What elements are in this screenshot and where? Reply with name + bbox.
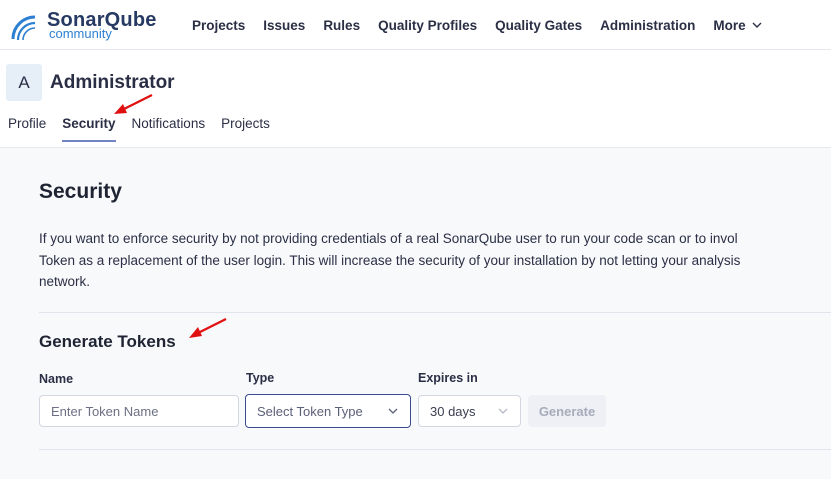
security-title: Security (39, 180, 122, 203)
chevron-down-icon (498, 408, 508, 414)
annotation-arrow-icon (114, 94, 153, 114)
divider (39, 312, 831, 313)
avatar: A (6, 64, 42, 101)
nav-more-label: More (713, 17, 746, 33)
token-type-select[interactable]: Select Token Type (245, 394, 411, 428)
name-label: Name (39, 372, 74, 386)
nav-projects[interactable]: Projects (192, 18, 245, 33)
generate-tokens-title: Generate Tokens (39, 332, 176, 351)
type-label: Type (246, 371, 275, 385)
tab-projects[interactable]: Projects (221, 116, 270, 142)
annotation-arrow-icon (189, 318, 227, 338)
security-description: If you want to enforce security by not p… (39, 228, 831, 293)
description-line: network. (39, 274, 91, 289)
nav-more-menu[interactable]: More (713, 17, 762, 33)
tab-security[interactable]: Security (62, 116, 116, 142)
description-line: If you want to enforce security by not p… (39, 231, 738, 246)
expires-select[interactable]: 30 days (418, 395, 521, 427)
token-type-placeholder: Select Token Type (257, 403, 363, 419)
token-name-input[interactable]: Enter Token Name (39, 395, 239, 427)
nav-quality-gates[interactable]: Quality Gates (495, 18, 582, 33)
nav-quality-profiles[interactable]: Quality Profiles (378, 18, 477, 33)
page-title: Administrator (50, 72, 175, 93)
nav-administration[interactable]: Administration (600, 18, 695, 33)
expires-label: Expires in (418, 371, 478, 385)
expires-value: 30 days (430, 403, 476, 419)
main-nav: Projects Issues Rules Quality Profiles Q… (192, 0, 780, 50)
account-tabs: Profile Security Notifications Projects (8, 116, 286, 142)
tab-notifications[interactable]: Notifications (132, 116, 206, 142)
generate-button[interactable]: Generate (528, 395, 606, 427)
nav-rules[interactable]: Rules (323, 18, 360, 33)
divider (39, 449, 831, 450)
description-line: Token as a replacement of the user login… (39, 252, 741, 268)
chevron-down-icon (388, 408, 398, 414)
chevron-down-icon (752, 22, 762, 28)
security-content: Security If you want to enforce security… (39, 148, 831, 479)
sonarqube-logo-icon (11, 15, 36, 41)
tab-profile[interactable]: Profile (8, 116, 46, 142)
top-navbar: SonarQube community Projects Issues Rule… (0, 0, 831, 50)
brand-edition: community (49, 26, 112, 41)
sonarqube-logo[interactable]: SonarQube community (9, 9, 159, 43)
nav-issues[interactable]: Issues (263, 18, 305, 33)
